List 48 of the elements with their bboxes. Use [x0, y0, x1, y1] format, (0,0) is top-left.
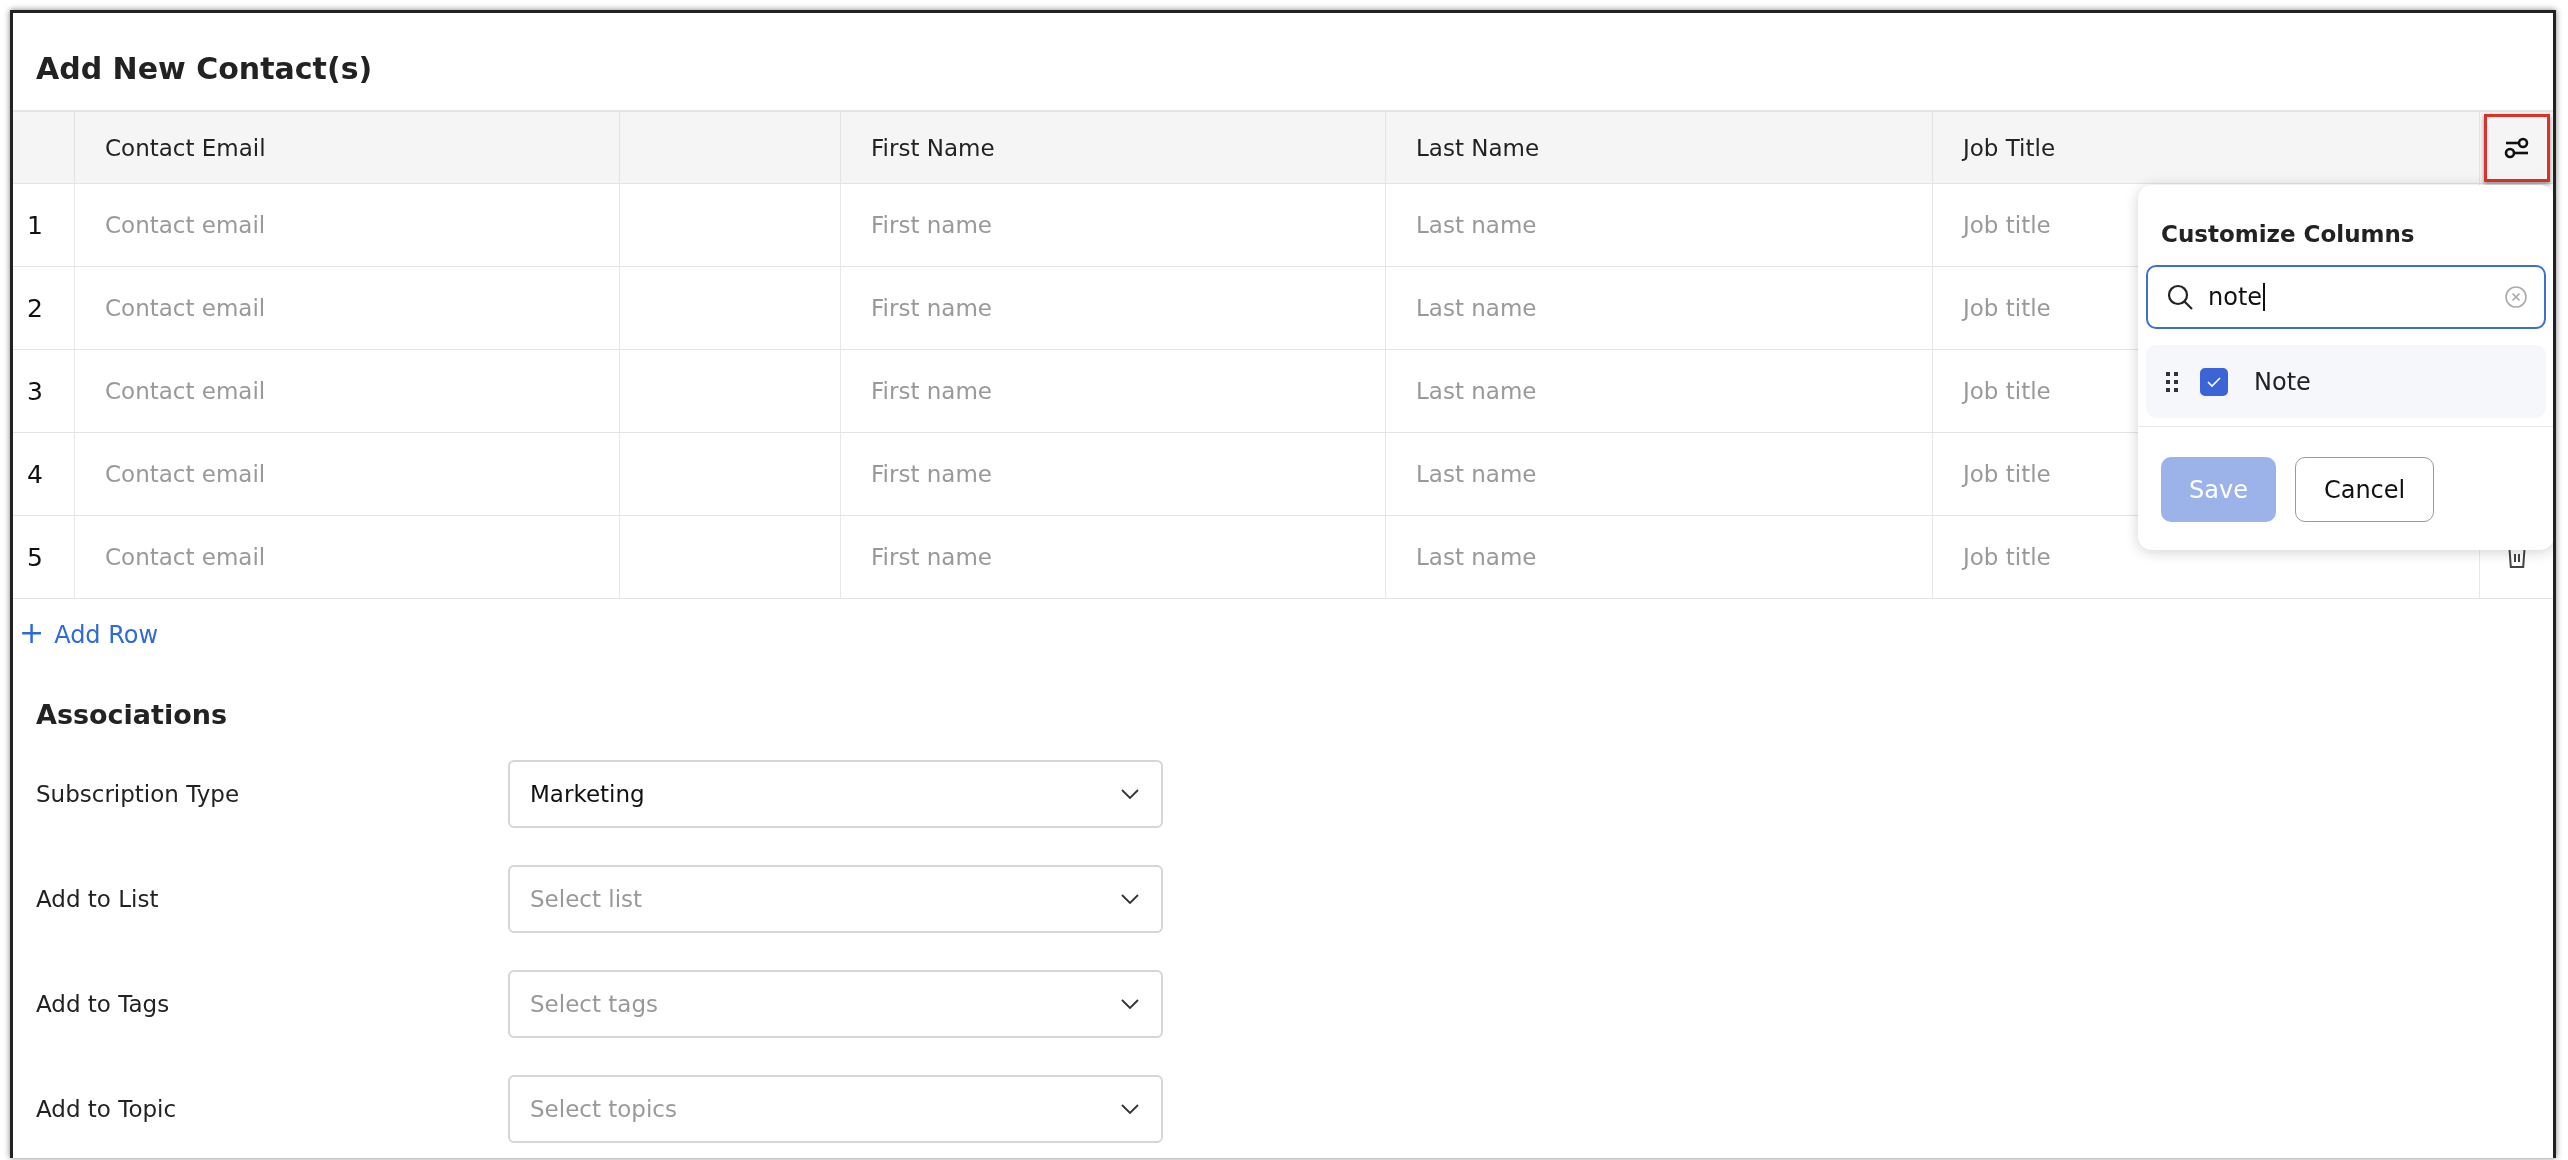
chevron-down-icon: [1121, 789, 1139, 799]
checkmark-icon: [2205, 374, 2223, 389]
chevron-down-icon: [1121, 1104, 1139, 1114]
row-number: 4: [13, 433, 75, 516]
table-input-field[interactable]: First name: [841, 516, 1386, 599]
column-header: Contact Email: [75, 112, 620, 184]
section-title: Associations: [36, 699, 229, 730]
row-number: 3: [13, 350, 75, 433]
drag-handle-icon[interactable]: [2166, 371, 2178, 392]
table-input-field[interactable]: First name: [841, 433, 1386, 516]
table-input-field[interactable]: Last name: [1386, 350, 1933, 433]
table-input-field[interactable]: First name: [841, 350, 1386, 433]
table-input-field[interactable]: First name: [841, 184, 1386, 267]
field-label: Add to Tags: [36, 991, 171, 1017]
table-input-field[interactable]: Contact email: [75, 433, 620, 516]
row-number: 5: [13, 516, 75, 599]
field-label: Add to Topic: [36, 1096, 178, 1122]
chevron-down-icon: [1121, 999, 1139, 1009]
search-icon: [2166, 283, 2194, 311]
table-input-field[interactable]: Last name: [1386, 267, 1933, 350]
field-label: Add to List: [36, 886, 160, 912]
table-input-field[interactable]: Last name: [1386, 184, 1933, 267]
table-input-field[interactable]: Contact email: [75, 516, 620, 599]
popup-title: Customize Columns: [2160, 220, 2416, 249]
column-header: Job Title: [1933, 112, 2480, 184]
chevron-down-icon: [1121, 894, 1139, 904]
select-field[interactable]: Select topics: [508, 1075, 1163, 1143]
table-input-field[interactable]: First name: [841, 267, 1386, 350]
cancel-button[interactable]: Cancel: [2294, 457, 2435, 522]
table-input-field[interactable]: Last name: [1386, 433, 1933, 516]
sliders-icon: [2503, 136, 2530, 159]
field-label: Subscription Type: [36, 781, 241, 807]
select-field[interactable]: Select list: [508, 865, 1163, 933]
table-input-field[interactable]: Last name: [1386, 516, 1933, 599]
add-row-link[interactable]: + Add Row: [19, 621, 159, 649]
table-input-field[interactable]: Contact email: [75, 350, 620, 433]
select-field[interactable]: Select tags: [508, 970, 1163, 1038]
search-field[interactable]: note: [2146, 265, 2546, 329]
column-header: First Name: [841, 112, 1386, 184]
row-number: 1: [13, 184, 75, 267]
table-input-field[interactable]: Contact email: [75, 267, 620, 350]
column-header: Last Name: [1386, 112, 1933, 184]
checkbox[interactable]: [2200, 367, 2228, 396]
select-field[interactable]: Marketing: [508, 760, 1163, 828]
table-input-field[interactable]: Contact email: [75, 184, 620, 267]
dialog-title: Add New Contact(s): [35, 50, 374, 88]
row-number: 2: [13, 267, 75, 350]
column-option[interactable]: Note: [2146, 345, 2546, 418]
